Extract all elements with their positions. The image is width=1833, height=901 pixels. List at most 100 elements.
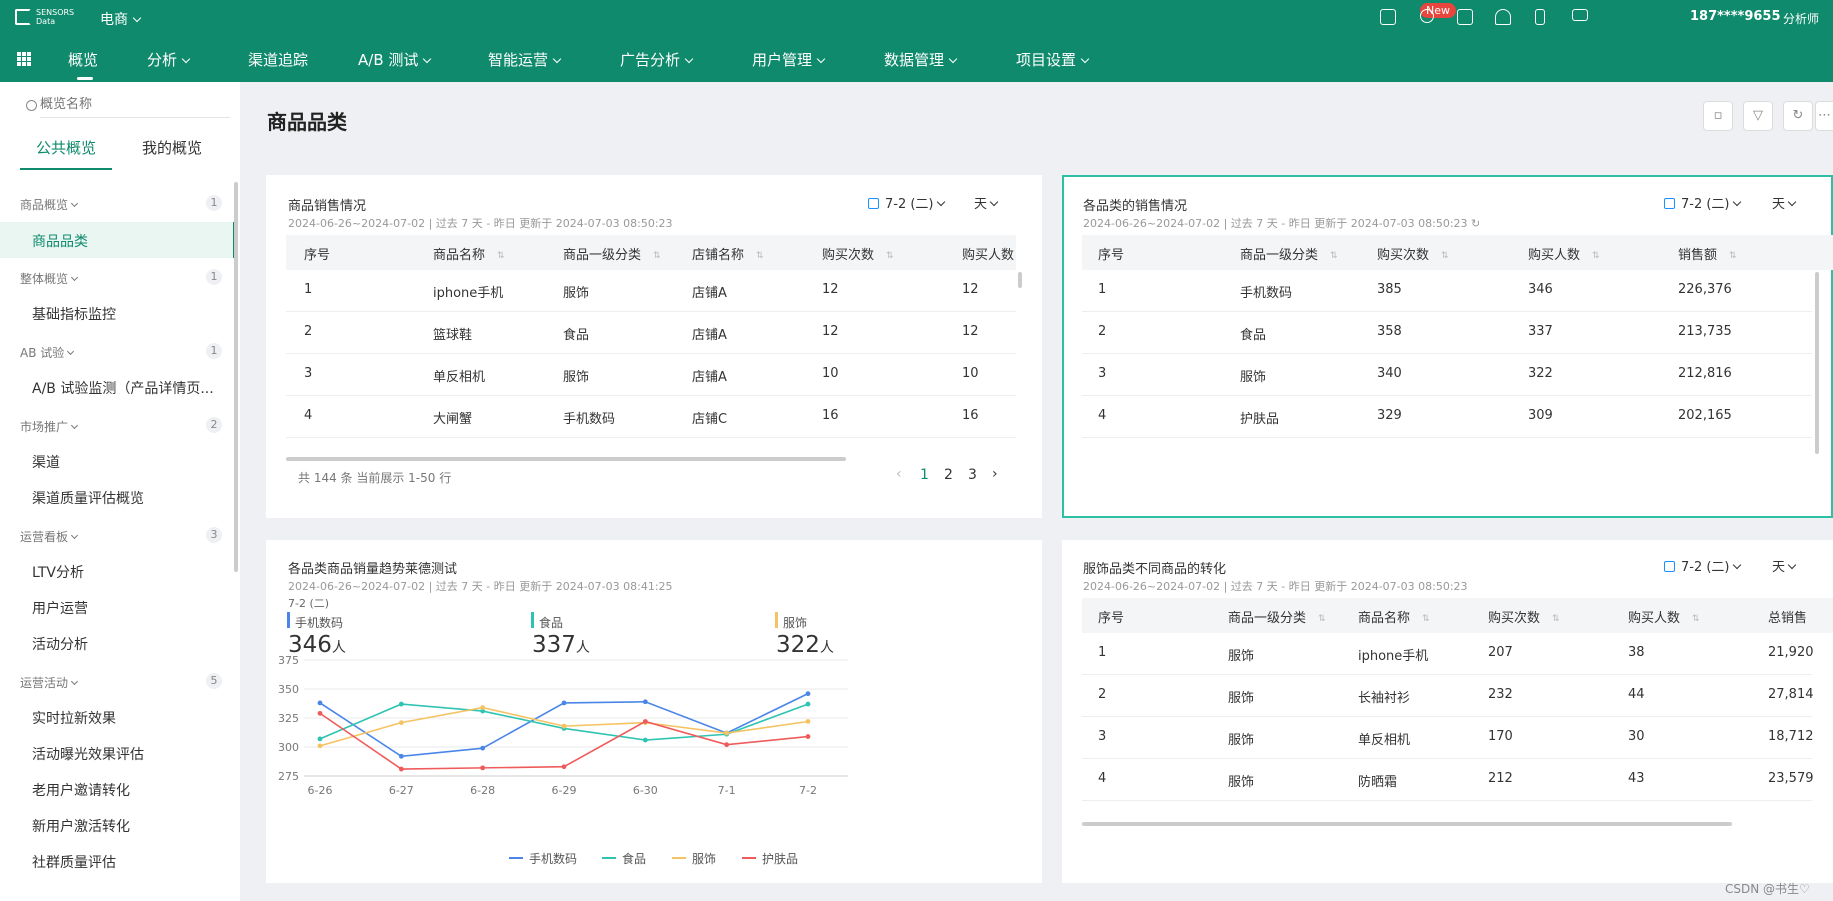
sidebar-item[interactable]: 活动曝光效果评估 [32, 744, 144, 764]
nav-item-ab-test[interactable]: A/B 测试 [358, 49, 432, 70]
refresh-icon[interactable]: ↻ [1783, 101, 1813, 131]
document-icon[interactable] [1380, 9, 1396, 25]
calendar-icon [868, 198, 879, 209]
tab-my-overview[interactable]: 我的概览 [142, 137, 202, 158]
column-header[interactable]: 总销售 [1768, 607, 1807, 626]
logo[interactable]: SENSORS Data [15, 8, 74, 26]
search-icon[interactable] [1420, 9, 1434, 23]
column-header[interactable]: 商品名称 ⇅ [1358, 607, 1430, 626]
save-icon[interactable]: ▫ [1703, 101, 1733, 131]
help-icon[interactable] [1457, 9, 1473, 25]
x-tick-label: 6-30 [633, 784, 658, 797]
nav-item-overview[interactable]: 概览 [68, 49, 98, 70]
vertical-scrollbar[interactable] [1018, 272, 1022, 288]
granularity-select[interactable]: 天 [1772, 193, 1797, 212]
nav-item-channel[interactable]: 渠道追踪 [248, 49, 308, 70]
page-button[interactable]: 3 [968, 467, 977, 483]
column-header[interactable]: 购买次数 ⇅ [1488, 607, 1560, 626]
monitor-icon[interactable] [1572, 9, 1588, 21]
chevron-down-icon [181, 54, 191, 64]
next-page-icon[interactable]: › [992, 466, 998, 482]
chevron-down-icon [70, 421, 79, 430]
data-point [317, 743, 323, 749]
nav-item-data[interactable]: 数据管理 [884, 49, 958, 70]
bell-icon[interactable] [1495, 9, 1511, 25]
data-point [561, 700, 567, 706]
group-header[interactable]: 运营看板 [20, 528, 79, 545]
more-icon[interactable]: ⋯ [1815, 101, 1833, 131]
group-header[interactable]: 整体概览 [20, 270, 79, 287]
page-button[interactable]: 1 [920, 467, 929, 483]
table-row: 3 服饰 单反相机 170 30 18,712 [1082, 717, 1814, 759]
group-header[interactable]: 商品概览 [20, 196, 79, 213]
page-button[interactable]: 2 [944, 467, 953, 483]
mobile-icon[interactable] [1535, 9, 1545, 25]
column-header[interactable]: 购买人数 ⇅ [1628, 607, 1700, 626]
user-account[interactable]: 187****9655 [1690, 9, 1781, 24]
chevron-down-icon [67, 347, 75, 356]
nav-item-smart-ops[interactable]: 智能运营 [488, 49, 562, 70]
data-point [642, 719, 648, 724]
sidebar-item[interactable]: A/B 试验监测（产品详情页... [32, 378, 214, 398]
date-range-picker[interactable]: 7-2 (二) [1664, 556, 1741, 575]
column-header[interactable]: 销售额 ⇅ [1678, 244, 1737, 263]
legend-item[interactable]: 手机数码 [509, 850, 577, 867]
refresh-icon[interactable]: ↻ [1471, 217, 1480, 230]
data-point [724, 730, 730, 736]
card-title: 商品销售情况 [288, 199, 367, 214]
column-header[interactable]: 商品一级分类 ⇅ [1228, 607, 1326, 626]
data-point [398, 753, 404, 759]
column-header[interactable]: 购买次数 ⇅ [1377, 244, 1449, 263]
legend-item[interactable]: 护肤品 [742, 850, 798, 867]
data-point [642, 699, 648, 705]
column-header[interactable]: 购买人数 ⇅ [1528, 244, 1600, 263]
search-input[interactable] [40, 92, 230, 118]
column-header[interactable]: 商品一级分类 ⇅ [563, 244, 661, 263]
date-range-picker[interactable]: 7-2 (二) [1664, 193, 1741, 212]
chevron-down-icon [1080, 54, 1090, 64]
vertical-scrollbar[interactable] [1815, 272, 1819, 454]
nav-item-settings[interactable]: 项目设置 [1016, 49, 1090, 70]
column-header[interactable]: 购买次数 ⇅ [822, 244, 894, 263]
apps-grid-icon[interactable] [17, 52, 31, 66]
table-row: 4 护肤品 329 309 202,165 [1082, 396, 1812, 438]
nav-item-analysis[interactable]: 分析 [147, 49, 191, 70]
sidebar-item[interactable]: 用户运营 [32, 598, 88, 618]
tab-public-overview[interactable]: 公共概览 [36, 137, 96, 158]
chevron-down-icon [684, 54, 694, 64]
horizontal-scrollbar[interactable] [286, 457, 846, 461]
nav-item-users[interactable]: 用户管理 [752, 49, 826, 70]
card-title: 服饰品类不同商品的转化 [1083, 562, 1227, 577]
sidebar-item[interactable]: 活动分析 [32, 634, 88, 654]
column-header[interactable]: 购买人数 [962, 244, 1014, 263]
nav-item-ads[interactable]: 广告分析 [620, 49, 694, 70]
calendar-icon [1664, 198, 1675, 209]
chevron-down-icon [552, 54, 562, 64]
date-range-picker[interactable]: 7-2 (二) [868, 193, 945, 212]
column-header[interactable]: 商品一级分类 ⇅ [1240, 244, 1338, 263]
column-header[interactable]: 商品名称 ⇅ [433, 244, 505, 263]
sidebar-item[interactable]: LTV分析 [32, 562, 84, 582]
column-header[interactable]: 店铺名称 ⇅ [692, 244, 764, 263]
granularity-select[interactable]: 天 [974, 193, 999, 212]
sidebar-item-product-category[interactable]: 商品品类 [32, 231, 88, 251]
project-switcher[interactable]: 电商 [100, 9, 142, 29]
sidebar-item[interactable]: 基础指标监控 [32, 304, 116, 324]
sidebar-item[interactable]: 渠道 [32, 452, 60, 472]
prev-page-icon[interactable]: ‹ [896, 466, 902, 482]
watermark: CSDN @书生♡ [1725, 882, 1810, 896]
filter-icon[interactable]: ▽ [1743, 101, 1773, 131]
group-header[interactable]: AB 试验 [20, 344, 75, 361]
legend-item[interactable]: 服饰 [672, 850, 716, 867]
sidebar-item[interactable]: 社群质量评估 [32, 852, 116, 872]
sidebar-item[interactable]: 渠道质量评估概览 [32, 488, 144, 508]
sidebar-item[interactable]: 老用户邀请转化 [32, 780, 130, 800]
legend-item[interactable]: 食品 [602, 850, 646, 867]
sidebar-item[interactable]: 新用户激活转化 [32, 816, 130, 836]
sidebar-item[interactable]: 实时拉新效果 [32, 708, 116, 728]
granularity-select[interactable]: 天 [1772, 556, 1797, 575]
sidebar-scrollbar[interactable] [234, 182, 238, 572]
horizontal-scrollbar[interactable] [1082, 822, 1732, 826]
group-header[interactable]: 运营活动 [20, 674, 79, 691]
group-header[interactable]: 市场推广 [20, 418, 79, 435]
